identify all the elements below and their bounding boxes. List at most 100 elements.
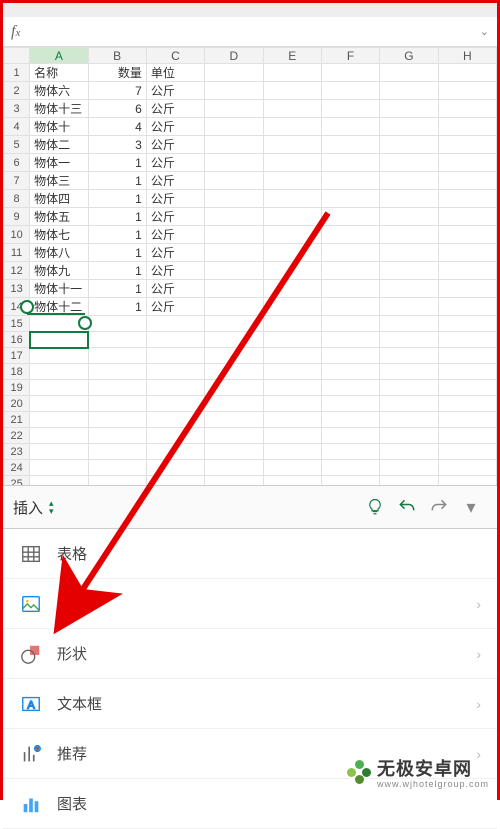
cell[interactable]: 数量 [88, 64, 146, 82]
cell[interactable]: 物体八 [30, 244, 88, 262]
cell[interactable]: 1 [88, 172, 146, 190]
cell[interactable] [438, 412, 496, 428]
cell[interactable] [321, 396, 379, 412]
cell[interactable] [438, 396, 496, 412]
cell[interactable] [321, 476, 379, 486]
cell[interactable] [438, 348, 496, 364]
cell[interactable]: 物体七 [30, 226, 88, 244]
cell[interactable] [146, 476, 204, 486]
cell[interactable] [88, 460, 146, 476]
cell[interactable]: 1 [88, 226, 146, 244]
cell[interactable]: 1 [88, 154, 146, 172]
cell[interactable] [205, 190, 263, 208]
cell[interactable]: 物体三 [30, 172, 88, 190]
mode-stepper-icon[interactable]: ▴▾ [49, 499, 54, 515]
cell[interactable] [146, 412, 204, 428]
cell[interactable] [205, 118, 263, 136]
cell[interactable] [321, 208, 379, 226]
column-header[interactable]: B [88, 48, 146, 64]
cell[interactable] [321, 172, 379, 190]
cell[interactable] [380, 118, 438, 136]
cell[interactable] [205, 332, 263, 348]
cell[interactable] [30, 380, 88, 396]
cell[interactable] [30, 332, 88, 348]
cell[interactable] [205, 298, 263, 316]
cell[interactable] [380, 244, 438, 262]
cell[interactable] [30, 476, 88, 486]
cell[interactable] [263, 136, 321, 154]
cell[interactable] [263, 208, 321, 226]
cell[interactable] [30, 316, 88, 332]
cell[interactable] [263, 64, 321, 82]
cell[interactable] [88, 428, 146, 444]
column-header[interactable]: F [321, 48, 379, 64]
cell[interactable] [380, 64, 438, 82]
cell[interactable] [205, 262, 263, 280]
cell[interactable] [321, 118, 379, 136]
cell[interactable]: 公斤 [146, 208, 204, 226]
row-header[interactable]: 22 [4, 428, 30, 444]
cell[interactable]: 公斤 [146, 82, 204, 100]
cell[interactable] [321, 444, 379, 460]
cell[interactable] [263, 298, 321, 316]
cell[interactable] [263, 316, 321, 332]
cell[interactable] [438, 332, 496, 348]
cell[interactable] [88, 380, 146, 396]
cell[interactable] [321, 190, 379, 208]
cell[interactable] [380, 332, 438, 348]
row-header[interactable]: 16 [4, 332, 30, 348]
cell[interactable] [380, 100, 438, 118]
cell[interactable] [321, 280, 379, 298]
cell[interactable] [263, 460, 321, 476]
cell[interactable] [438, 280, 496, 298]
lightbulb-icon[interactable] [359, 498, 391, 516]
cell[interactable] [380, 444, 438, 460]
cell[interactable]: 物体二 [30, 136, 88, 154]
cell[interactable] [321, 412, 379, 428]
cell[interactable] [205, 226, 263, 244]
cell[interactable] [380, 476, 438, 486]
cell[interactable] [321, 428, 379, 444]
cell[interactable]: 公斤 [146, 190, 204, 208]
row-header[interactable]: 12 [4, 262, 30, 280]
cell[interactable]: 物体十三 [30, 100, 88, 118]
cell[interactable] [263, 428, 321, 444]
cell[interactable] [205, 348, 263, 364]
column-header[interactable]: E [263, 48, 321, 64]
cell[interactable] [263, 396, 321, 412]
cell[interactable]: 物体一 [30, 154, 88, 172]
row-header[interactable]: 20 [4, 396, 30, 412]
column-header[interactable]: D [205, 48, 263, 64]
cell[interactable] [380, 154, 438, 172]
cell[interactable] [263, 190, 321, 208]
cell[interactable] [438, 364, 496, 380]
cell[interactable] [205, 316, 263, 332]
row-header[interactable]: 8 [4, 190, 30, 208]
cell[interactable] [205, 154, 263, 172]
row-header[interactable]: 19 [4, 380, 30, 396]
cell[interactable]: 1 [88, 262, 146, 280]
cell[interactable] [263, 226, 321, 244]
cell[interactable] [380, 262, 438, 280]
cell[interactable] [321, 364, 379, 380]
cell[interactable] [321, 64, 379, 82]
cell[interactable] [438, 172, 496, 190]
cell[interactable] [30, 412, 88, 428]
row-header[interactable]: 9 [4, 208, 30, 226]
cell[interactable]: 公斤 [146, 172, 204, 190]
column-header[interactable]: C [146, 48, 204, 64]
cell[interactable] [438, 244, 496, 262]
cell[interactable] [321, 348, 379, 364]
cell[interactable] [380, 82, 438, 100]
cell[interactable] [205, 64, 263, 82]
cell[interactable] [146, 380, 204, 396]
column-header[interactable]: G [380, 48, 438, 64]
undo-icon[interactable] [391, 497, 423, 517]
cell[interactable] [321, 136, 379, 154]
cell[interactable] [146, 316, 204, 332]
cell[interactable]: 单位 [146, 64, 204, 82]
cell[interactable] [30, 460, 88, 476]
cell[interactable] [146, 348, 204, 364]
menu-item-textbox[interactable]: A文本框› [3, 679, 497, 729]
cell[interactable]: 1 [88, 244, 146, 262]
